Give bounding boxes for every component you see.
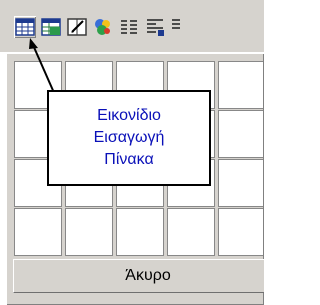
- tooltip-line-2: Εισαγωγή: [93, 129, 165, 146]
- tooltip-line-1: Εικονίδιο: [97, 107, 161, 124]
- tooltip-line-3: Πίνακα: [104, 151, 154, 168]
- callout-tooltip: Εικονίδιο Εισαγωγή Πίνακα: [47, 90, 211, 186]
